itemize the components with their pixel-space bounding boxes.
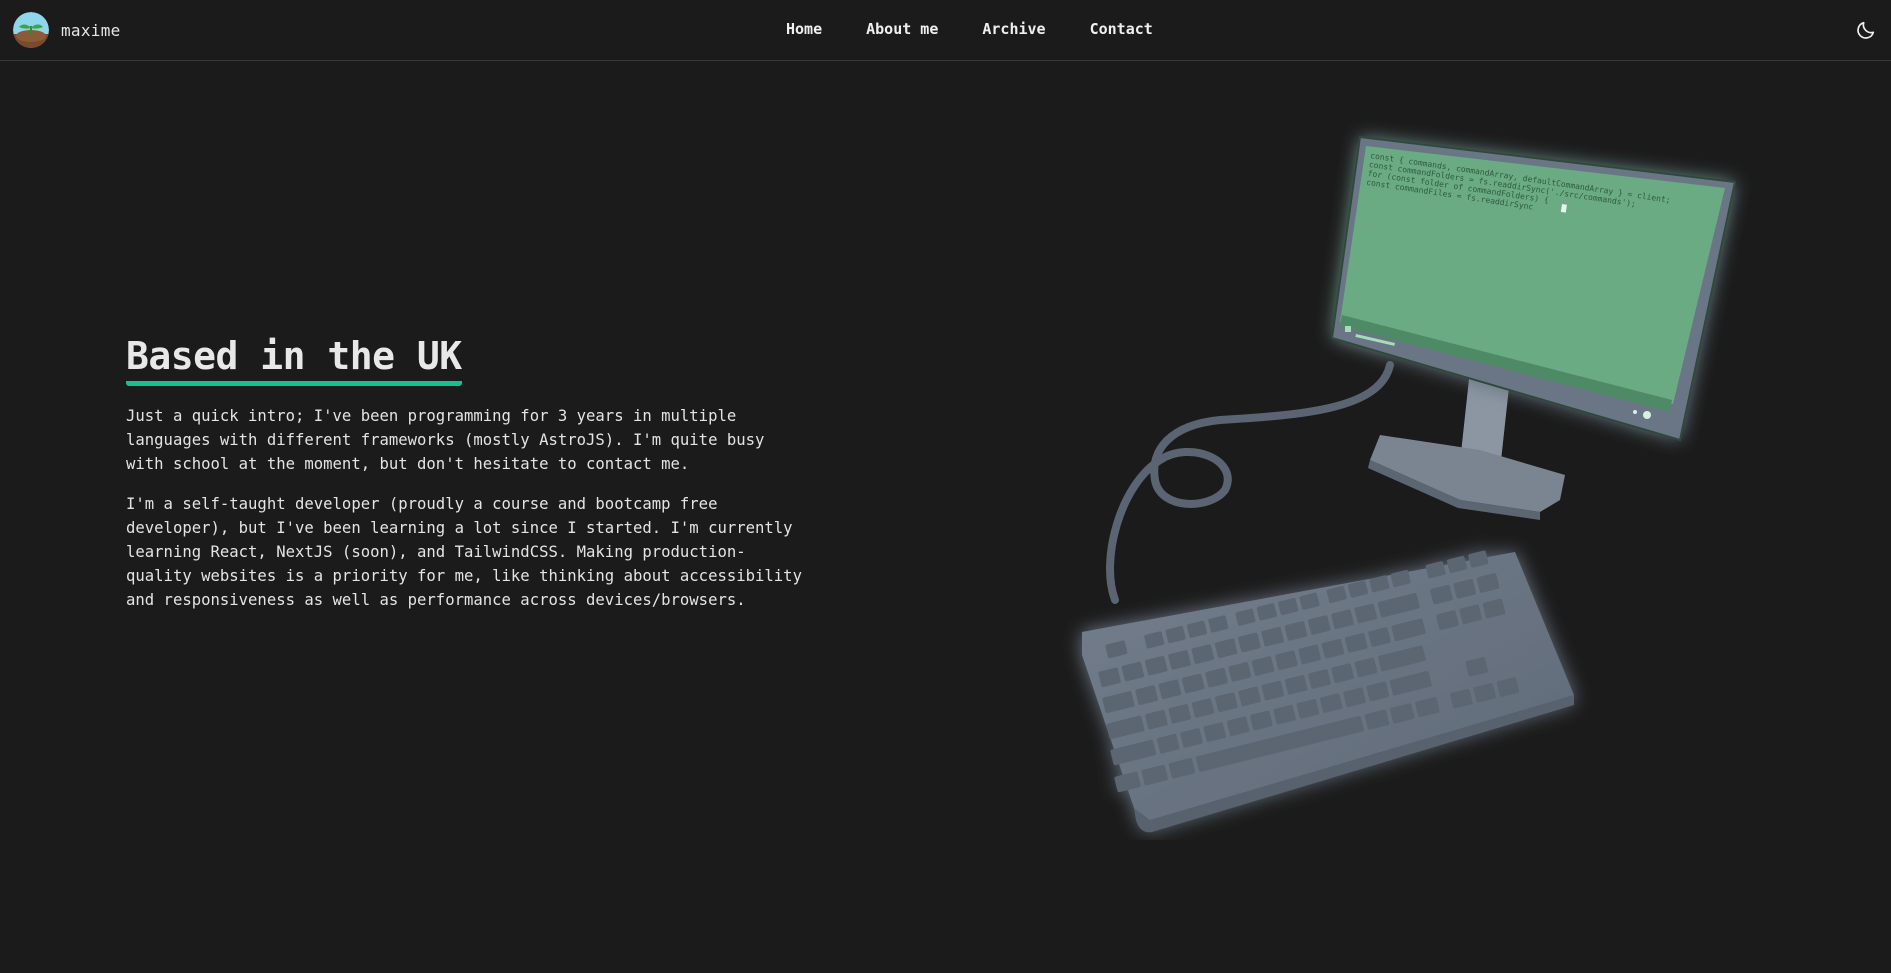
main-nav: Home About me Archive Contact [786, 18, 1197, 40]
nav-archive-link[interactable]: Archive [982, 18, 1045, 40]
computer-illustration: const { commands, commandArray, defaultC… [1060, 120, 1780, 840]
brand-name: maxime [61, 20, 121, 40]
keyboard [1082, 550, 1574, 833]
intro-paragraph-1: Just a quick intro; I've been programmin… [126, 407, 765, 473]
brand-home-link[interactable]: maxime [13, 12, 121, 48]
avatar-logo [13, 12, 49, 48]
nav-contact-link[interactable]: Contact [1090, 18, 1153, 40]
navbar: maxime Home About me Archive Contact [0, 0, 1891, 61]
intro-section: Based in the UK Just a quick intro; I've… [126, 333, 806, 612]
intro-paragraph-2: I'm a self-taught developer (proudly a c… [126, 495, 802, 609]
theme-toggle-button[interactable] [1855, 19, 1877, 41]
intro-heading: Based in the UK [126, 333, 462, 386]
monitor: const { commands, commandArray, defaultC… [1330, 135, 1737, 442]
moon-icon [1857, 21, 1875, 39]
nav-home-link[interactable]: Home [786, 18, 822, 40]
cable-path [1106, 361, 1394, 604]
nav-about-link[interactable]: About me [866, 18, 938, 40]
